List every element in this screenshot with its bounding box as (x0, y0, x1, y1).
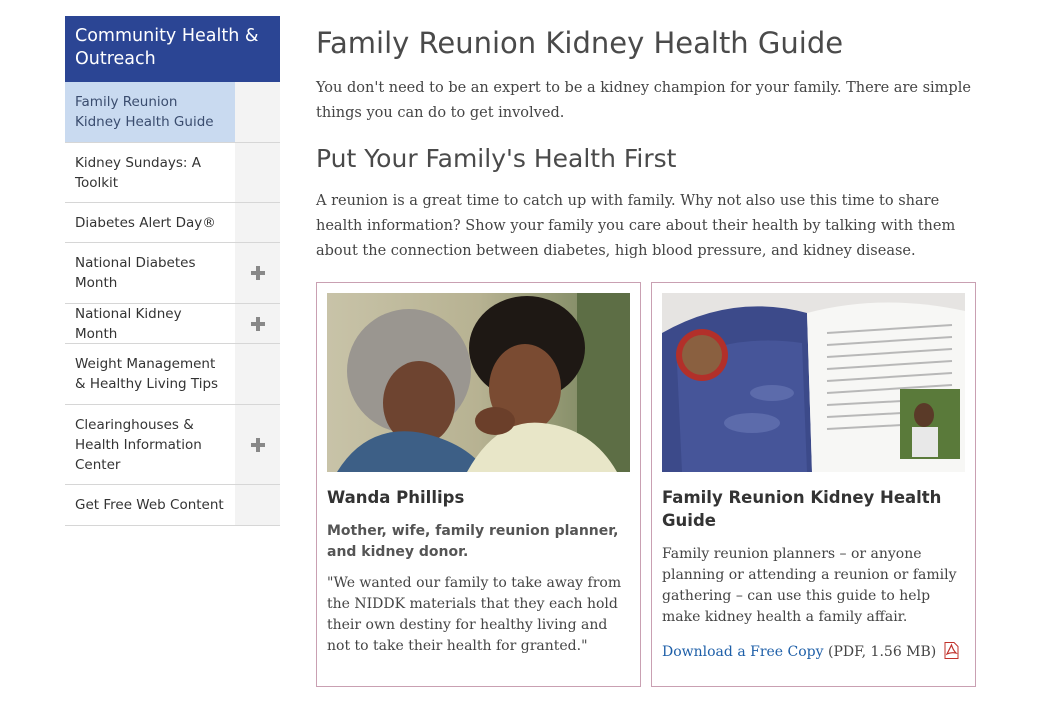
plus-icon (250, 437, 265, 452)
sidebar-item-label: Kidney Sundays: A Toolkit (75, 154, 201, 191)
section-heading: Put Your Family's Health First (316, 144, 677, 173)
person-description: Mother, wife, family reunion planner, an… (327, 523, 619, 560)
testimonial-quote: "We wanted our family to take away from … (327, 575, 622, 654)
expand-toggle[interactable] (235, 304, 280, 343)
main-content: Family Reunion Kidney Health Guide You d… (316, 24, 986, 264)
family-photo (327, 293, 630, 472)
guide-description: Family reunion planners – or anyone plan… (662, 546, 957, 625)
plus-icon (250, 266, 265, 280)
guide-book-image (662, 293, 965, 472)
sidebar-item-label: Get Free Web Content (75, 497, 224, 513)
guide-card: Family Reunion Kidney Health Guide Famil… (651, 282, 976, 687)
guide-title: Family Reunion Kidney Health Guide (662, 488, 942, 530)
sidebar-item-kidney-sundays[interactable]: Kidney Sundays: A Toolkit (65, 143, 280, 203)
sidebar-item-clearinghouses[interactable]: Clearinghouses & Health Information Cent… (65, 405, 280, 485)
sidebar-item-label: Weight Management & Healthy Living Tips (75, 356, 219, 392)
sidebar-item-national-diabetes-month[interactable]: National Diabetes Month (65, 243, 280, 304)
expand-toggle[interactable] (235, 243, 280, 303)
sidebar-item-label: National Diabetes Month (75, 255, 196, 291)
section-paragraph: A reunion is a great time to catch up wi… (316, 193, 956, 259)
sidebar-item-national-kidney-month[interactable]: National Kidney Month (65, 304, 280, 344)
expand-toggle[interactable] (235, 405, 280, 484)
file-meta: (PDF, 1.56 MB) (828, 644, 937, 660)
testimonial-card: Wanda Phillips Mother, wife, family reun… (316, 282, 641, 687)
sidebar-item-weight-management[interactable]: Weight Management & Healthy Living Tips (65, 344, 280, 405)
page-title: Family Reunion Kidney Health Guide (316, 26, 844, 60)
sidebar-item-free-web-content[interactable]: Get Free Web Content (65, 485, 280, 526)
plus-icon (250, 316, 265, 331)
sidebar-item-label: National Kidney Month (75, 305, 182, 342)
download-line: Download a Free Copy (PDF, 1.56 MB) (662, 642, 965, 663)
sidebar-item-family-reunion-guide[interactable]: Family Reunion Kidney Health Guide (65, 82, 280, 143)
pdf-icon (944, 642, 959, 659)
sidebar-title[interactable]: Community Health & Outreach (65, 16, 280, 82)
sidebar-item-label: Diabetes Alert Day® (75, 214, 216, 231)
sidebar-item-label: Family Reunion Kidney Health Guide (65, 82, 235, 142)
sidebar-item-label: Clearinghouses & Health Information Cent… (75, 416, 202, 473)
sidebar-item-diabetes-alert-day[interactable]: Diabetes Alert Day® (65, 203, 280, 243)
intro-text: You don't need to be an expert to be a k… (316, 80, 971, 121)
download-link[interactable]: Download a Free Copy (662, 644, 824, 660)
person-name: Wanda Phillips (327, 488, 465, 507)
sidebar-nav: Community Health & Outreach Family Reuni… (65, 16, 280, 526)
